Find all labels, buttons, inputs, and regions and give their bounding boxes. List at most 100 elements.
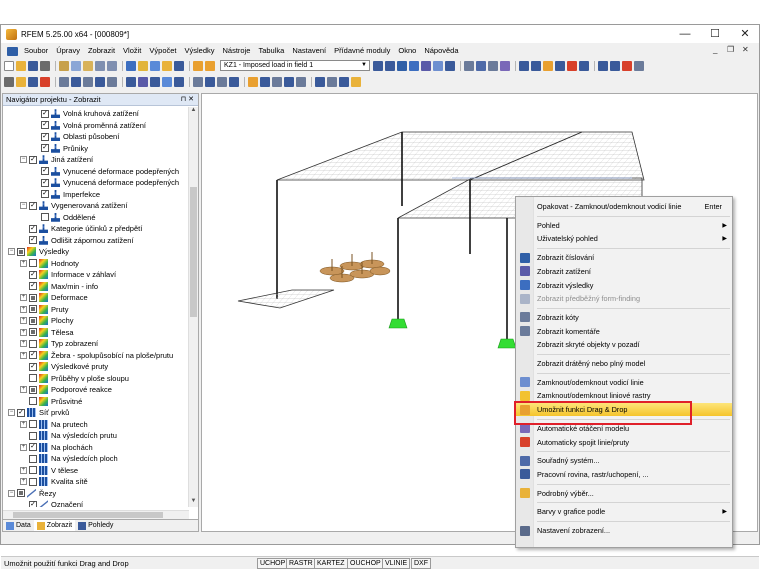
status-ouchop[interactable]: OUCHOP [347, 558, 384, 569]
sections-icon[interactable] [476, 60, 486, 71]
property-icon[interactable] [351, 76, 361, 87]
model-data-icon[interactable] [174, 60, 184, 71]
tree-checkbox[interactable] [29, 259, 37, 268]
status-vlinie[interactable]: VLINIE [382, 558, 411, 569]
tree-checkbox[interactable]: ✓ [29, 282, 37, 291]
tree-item[interactable]: ✓ Průniky [32, 143, 88, 155]
tree-checkbox[interactable]: ✓ [41, 178, 49, 187]
load-case-combo[interactable]: KZ1 - Imposed load in field 1 ▼ [220, 60, 370, 71]
hscroll-thumb[interactable] [13, 512, 163, 518]
expand-icon[interactable]: + [20, 317, 27, 325]
menu-soubor[interactable]: Soubor [20, 44, 52, 58]
tree-item[interactable]: ✓ Odlišit zápornou zatížení [20, 235, 134, 247]
tree-item[interactable]: ✓ Označení [20, 499, 83, 507]
expand-icon[interactable]: + [20, 340, 27, 348]
tree-item[interactable]: + Plochy [20, 315, 74, 327]
tree-item[interactable]: + Kvalita sítě [20, 476, 88, 488]
tree-item[interactable]: ✓ Max/min - info [20, 281, 98, 293]
tree-checkbox[interactable]: ✓ [29, 270, 37, 279]
undo-icon[interactable] [95, 60, 105, 71]
menu-vypocet[interactable]: Výpočet [145, 44, 180, 58]
tree-checkbox[interactable] [29, 339, 37, 348]
new-file-icon[interactable] [4, 60, 14, 71]
dimension-icon[interactable] [193, 76, 203, 87]
surface-load-icon[interactable] [162, 76, 172, 87]
menu-zobrazit[interactable]: Zobrazit [84, 44, 119, 58]
wireframe-icon[interactable] [567, 60, 577, 71]
tree-checkbox[interactable]: ✓ [29, 236, 37, 245]
tree-item[interactable]: Na výsledcích prutu [20, 430, 117, 442]
tree-item[interactable]: Průběhy v ploše sloupu [20, 373, 129, 385]
context-menu-item[interactable]: Souřadný systém... [516, 454, 732, 467]
tree-checkbox[interactable]: ✓ [41, 121, 49, 130]
status-dxf[interactable]: DXF [411, 558, 431, 569]
comment-icon[interactable] [205, 76, 215, 87]
prev-case-icon[interactable] [373, 60, 383, 71]
view-y-icon[interactable] [543, 60, 553, 71]
rotate-icon[interactable] [500, 60, 510, 71]
mesh-icon[interactable] [339, 76, 349, 87]
tree-checkbox[interactable]: ✓ [41, 167, 49, 176]
tree-item[interactable]: − Výsledky [8, 246, 69, 258]
navigator-icon[interactable] [193, 60, 203, 71]
guideline-icon[interactable] [217, 76, 227, 87]
open-folder-icon[interactable] [16, 60, 26, 71]
expand-icon[interactable]: + [20, 351, 27, 359]
tab-pohledy[interactable]: Pohledy [75, 520, 116, 531]
solid-model-icon[interactable] [71, 76, 81, 87]
tree-item[interactable]: − Řezy [8, 488, 56, 500]
tree-checkbox[interactable]: ✓ [41, 144, 49, 153]
view-iso-icon[interactable] [519, 60, 529, 71]
tree-item[interactable]: ✓ Vynucená deformace podepřených [32, 177, 179, 189]
member-icon[interactable] [40, 76, 50, 87]
tree-item[interactable]: + Deformace [20, 292, 88, 304]
tree-checkbox[interactable] [17, 247, 25, 256]
close-button[interactable]: ✕ [731, 25, 759, 43]
nodal-load-icon[interactable] [126, 76, 136, 87]
free-load-icon[interactable] [174, 76, 184, 87]
copy-move-icon[interactable] [260, 76, 270, 87]
move-icon[interactable] [248, 76, 258, 87]
context-menu-item[interactable]: Zobrazit komentáře [516, 325, 732, 338]
panel-icon[interactable] [205, 60, 215, 71]
tree-item[interactable]: + Podporové reakce [20, 384, 112, 396]
doc-restore-button[interactable]: ❐ [727, 45, 734, 54]
select-icon[interactable] [4, 76, 14, 87]
expand-icon[interactable]: + [20, 466, 27, 474]
more-tools-icon[interactable] [634, 60, 644, 71]
tree-checkbox[interactable] [29, 397, 37, 406]
tree-item[interactable]: − ✓ Jiná zatížení [20, 154, 93, 166]
scroll-down-icon[interactable]: ▼ [189, 498, 198, 507]
tab-data[interactable]: Data [3, 520, 34, 531]
tree-item[interactable]: − ✓ Vygenerovaná zatížení [20, 200, 127, 212]
opening-icon[interactable] [83, 76, 93, 87]
collapse-icon[interactable]: − [8, 409, 15, 417]
tree-checkbox[interactable]: ✓ [29, 201, 37, 210]
cut-icon[interactable] [59, 60, 69, 71]
divide-icon[interactable] [284, 76, 294, 87]
tree-item[interactable]: − ✓ Síť prvků [8, 407, 69, 419]
context-menu-item[interactable]: Uživatelský pohled ▶ [516, 232, 732, 245]
document-icon[interactable] [7, 46, 18, 56]
menu-vysledky[interactable]: Výsledky [181, 44, 219, 58]
navigator-vertical-scrollbar[interactable]: ▲ ▼ [188, 107, 198, 507]
context-menu-item[interactable]: Automaticky spojit linie/pruty [516, 436, 732, 449]
tree-checkbox[interactable] [29, 293, 37, 302]
menu-nastroje[interactable]: Nástroje [219, 44, 255, 58]
tree-item[interactable]: ✓ Oblasti působení [32, 131, 119, 143]
tree-item[interactable]: + Pruty [20, 304, 69, 316]
expand-icon[interactable]: + [20, 305, 27, 313]
tree-checkbox[interactable] [29, 454, 37, 463]
line-load-icon[interactable] [150, 76, 160, 87]
menu-upravy[interactable]: Úpravy [52, 44, 84, 58]
collapse-icon[interactable]: − [20, 156, 27, 164]
surface-icon[interactable] [59, 76, 69, 87]
show-results-icon[interactable] [397, 60, 407, 71]
values-icon[interactable] [409, 60, 419, 71]
context-menu-item[interactable]: Barvy v grafice podle ▶ [516, 505, 732, 518]
tree-checkbox[interactable] [29, 420, 37, 429]
status-uchop[interactable]: UCHOP [257, 558, 289, 569]
context-menu-item[interactable]: Zamknout/odemknout vodicí linie [516, 376, 732, 389]
menu-nastaveni[interactable]: Nastavení [288, 44, 330, 58]
navigator-pin-close[interactable]: ⊓ ✕ [181, 94, 194, 106]
